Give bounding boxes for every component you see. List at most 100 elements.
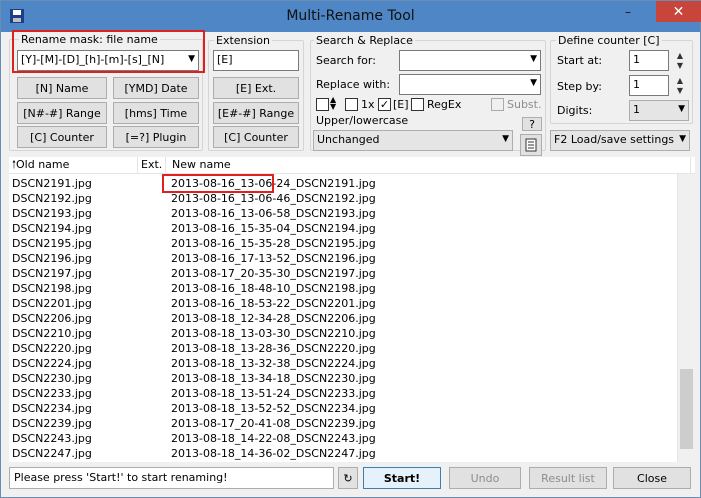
start-at-spinner[interactable]: ▲ ▼ [673, 51, 687, 72]
mask-time-button[interactable]: [hms] Time [113, 102, 199, 124]
old-name-cell: DSCN2193.jpg [12, 207, 92, 220]
column-ext[interactable]: Ext. [138, 157, 166, 174]
chevron-down-icon: ▼ [530, 54, 537, 64]
old-name-cell: DSCN2198.jpg [12, 282, 92, 295]
old-name-cell: DSCN2206.jpg [12, 312, 92, 325]
file-row[interactable]: DSCN2239.jpg 2013-08-17_20-41-08_DSCN2239… [9, 416, 677, 431]
new-name-cell: 2013-08-18_14-22-08_DSCN2243.jpg [171, 432, 376, 445]
ext-button[interactable]: [E] Ext. [213, 77, 299, 99]
undo-button[interactable]: Undo [449, 467, 521, 489]
file-row[interactable]: DSCN2210.jpg 2013-08-18_13-03-30_DSCN2210… [9, 326, 677, 341]
old-name-cell: DSCN2233.jpg [12, 387, 92, 400]
refresh-button[interactable]: ↻ [338, 467, 358, 489]
file-row[interactable]: DSCN2233.jpg 2013-08-18_13-51-24_DSCN2233… [9, 386, 677, 401]
new-name-cell: 2013-08-17_20-41-08_DSCN2239.jpg [171, 417, 376, 430]
file-row[interactable]: DSCN2243.jpg 2013-08-18_14-22-08_DSCN2243… [9, 431, 677, 446]
column-new-name[interactable]: New name [166, 157, 691, 174]
once-label: 1x [361, 98, 375, 111]
case-sensitive-checkbox[interactable] [316, 98, 329, 111]
mask-date-button[interactable]: [YMD] Date [113, 77, 199, 99]
new-name-cell: 2013-08-18_13-32-38_DSCN2224.jpg [171, 357, 376, 370]
replace-with-label: Replace with: [316, 78, 391, 91]
file-row[interactable]: DSCN2206.jpg 2013-08-18_12-34-28_DSCN2206… [9, 311, 677, 326]
extension-input[interactable]: [E] [213, 50, 299, 71]
old-name-cell: DSCN2220.jpg [12, 342, 92, 355]
file-row[interactable]: DSCN2224.jpg 2013-08-18_13-32-38_DSCN2224… [9, 356, 677, 371]
document-list-icon [525, 138, 537, 152]
step-by-label: Step by: [557, 80, 602, 93]
subst-label: Subst. [507, 98, 542, 111]
file-row[interactable]: DSCN2234.jpg 2013-08-18_13-52-52_DSCN2234… [9, 401, 677, 416]
start-at-label: Start at: [557, 54, 603, 67]
scrollbar-thumb[interactable] [680, 369, 693, 449]
file-row[interactable]: DSCN2193.jpg 2013-08-16_13-06-58_DSCN2193… [9, 206, 677, 221]
new-name-cell: 2013-08-18_13-28-36_DSCN2220.jpg [171, 342, 376, 355]
refresh-icon: ↻ [343, 471, 353, 485]
once-checkbox[interactable] [345, 98, 358, 111]
file-row[interactable]: DSCN2220.jpg 2013-08-18_13-28-36_DSCN2220… [9, 341, 677, 356]
new-name-cell: 2013-08-16_13-06-46_DSCN2192.jpg [171, 192, 376, 205]
file-row[interactable]: DSCN2194.jpg 2013-08-16_15-35-04_DSCN2194… [9, 221, 677, 236]
old-name-cell: DSCN2239.jpg [12, 417, 92, 430]
minimize-button[interactable]: – [614, 1, 642, 22]
mask-name-button[interactable]: [N] Name [17, 77, 107, 99]
new-name-cell: 2013-08-16_18-53-22_DSCN2201.jpg [171, 297, 376, 310]
help-button[interactable]: ? [522, 117, 542, 131]
status-bar: Please press 'Start!' to start renaming! [9, 467, 334, 489]
case-arrows-icon: ▲ ▼ [330, 95, 337, 111]
step-by-spinner[interactable]: ▲ ▼ [673, 76, 687, 97]
title-bar[interactable]: Multi-Rename Tool – ✕ [1, 1, 701, 32]
ext-checkbox[interactable]: ✓ [378, 98, 391, 111]
highlight-box-mask [12, 30, 205, 73]
load-save-settings-select[interactable]: F2 Load/save settings ▼ [550, 130, 690, 151]
chevron-down-icon: ▼ [679, 134, 686, 144]
new-name-cell: 2013-08-16_15-35-04_DSCN2194.jpg [171, 222, 376, 235]
step-by-input[interactable]: 1 [629, 75, 669, 96]
file-row[interactable]: DSCN2197.jpg 2013-08-17_20-35-30_DSCN2197… [9, 266, 677, 281]
multi-rename-window: Multi-Rename Tool – ✕ Rename mask: file … [0, 0, 701, 498]
digits-select[interactable]: 1 ▼ [629, 100, 689, 121]
file-list[interactable]: DSCN2191.jpg 2013-08-16_13-06-24_DSCN2191… [9, 174, 677, 462]
regex-checkbox[interactable] [411, 98, 424, 111]
old-name-cell: DSCN2224.jpg [12, 357, 92, 370]
regex-label: RegEx [427, 98, 462, 111]
close-button[interactable]: Close [613, 467, 691, 489]
old-name-cell: DSCN2197.jpg [12, 267, 92, 280]
file-row[interactable]: DSCN2230.jpg 2013-08-18_13-34-18_DSCN2230… [9, 371, 677, 386]
column-old-name[interactable]: 🠑Old name [9, 157, 138, 174]
start-button[interactable]: Start! [363, 467, 441, 489]
old-name-cell: DSCN2230.jpg [12, 372, 92, 385]
new-name-cell: 2013-08-18_13-03-30_DSCN2210.jpg [171, 327, 376, 340]
subst-checkbox[interactable] [491, 98, 504, 111]
ext-counter-button[interactable]: [C] Counter [213, 126, 299, 148]
file-row[interactable]: DSCN2191.jpg 2013-08-16_13-06-24_DSCN2191… [9, 176, 677, 191]
digits-value: 1 [633, 103, 640, 116]
start-at-input[interactable]: 1 [629, 50, 669, 71]
new-name-cell: 2013-08-16_18-48-10_DSCN2198.jpg [171, 282, 376, 295]
search-for-combo[interactable]: ▼ [399, 50, 541, 71]
new-name-cell: 2013-08-16_15-35-28_DSCN2195.jpg [171, 237, 376, 250]
old-name-cell: DSCN2196.jpg [12, 252, 92, 265]
mask-plugin-button[interactable]: [=?] Plugin [113, 126, 199, 148]
highlight-box-new-name [162, 174, 274, 193]
file-row[interactable]: DSCN2198.jpg 2013-08-16_18-48-10_DSCN2198… [9, 281, 677, 296]
file-row[interactable]: DSCN2196.jpg 2013-08-16_17-13-52_DSCN2196… [9, 251, 677, 266]
mask-range-button[interactable]: [N#-#] Range [17, 102, 107, 124]
file-row[interactable]: DSCN2195.jpg 2013-08-16_15-35-28_DSCN2195… [9, 236, 677, 251]
result-list-button[interactable]: Result list [529, 467, 607, 489]
case-select[interactable]: Unchanged ▼ [313, 130, 513, 151]
edit-names-button[interactable] [520, 134, 542, 156]
old-name-cell: DSCN2194.jpg [12, 222, 92, 235]
counter-legend: Define counter [C] [556, 34, 662, 47]
mask-counter-button[interactable]: [C] Counter [17, 126, 107, 148]
close-window-button[interactable]: ✕ [656, 1, 701, 22]
file-row[interactable]: DSCN2192.jpg 2013-08-16_13-06-46_DSCN2192… [9, 191, 677, 206]
vertical-scrollbar[interactable] [677, 174, 694, 462]
file-row[interactable]: DSCN2201.jpg 2013-08-16_18-53-22_DSCN2201… [9, 296, 677, 311]
digits-label: Digits: [557, 104, 593, 117]
replace-with-combo[interactable]: ▼ [399, 74, 541, 95]
file-row[interactable]: DSCN2247.jpg 2013-08-18_14-36-02_DSCN2247… [9, 446, 677, 461]
new-name-cell: 2013-08-18_13-51-24_DSCN2233.jpg [171, 387, 376, 400]
list-header: 🠑Old name Ext. New name [9, 157, 695, 174]
ext-range-button[interactable]: [E#-#] Range [213, 102, 299, 124]
